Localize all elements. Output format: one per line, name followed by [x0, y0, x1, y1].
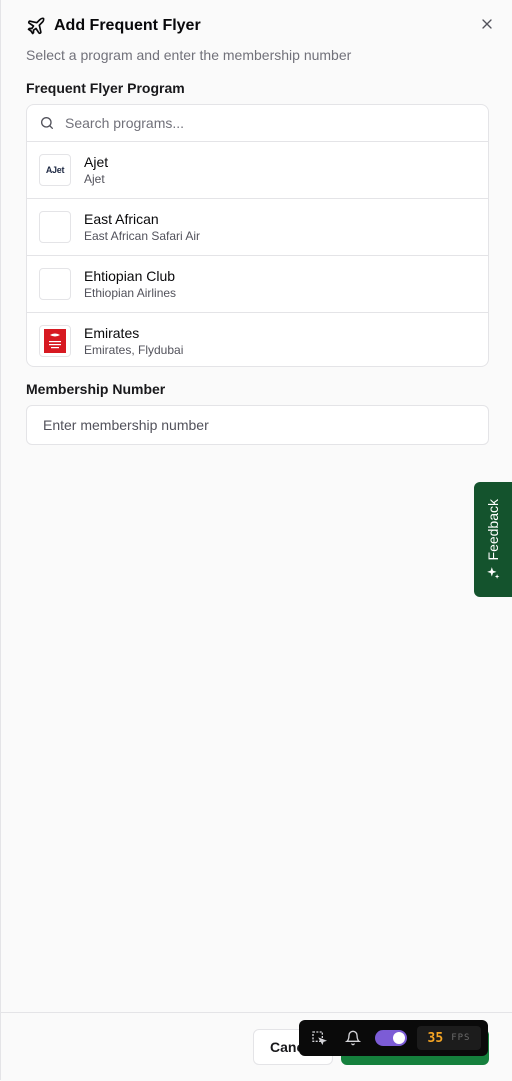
- dev-toggle-switch[interactable]: [375, 1030, 407, 1046]
- dev-toolbar: 35 FPS: [299, 1020, 488, 1056]
- program-airlines: Emirates, Flydubai: [84, 343, 184, 357]
- dialog-subtitle: Select a program and enter the membershi…: [26, 47, 352, 63]
- program-item-ethiopian-club[interactable]: Ehtiopian Club Ethiopian Airlines: [27, 256, 488, 313]
- fps-value: 35: [427, 1030, 444, 1046]
- close-icon[interactable]: [479, 16, 495, 32]
- fps-unit: FPS: [451, 1033, 471, 1043]
- feedback-tab[interactable]: Feedback: [474, 482, 512, 597]
- membership-field-wrap: [26, 405, 489, 445]
- membership-label: Membership Number: [26, 381, 166, 397]
- program-airlines: Ajet: [84, 172, 105, 186]
- program-name: Ehtiopian Club: [84, 268, 176, 284]
- program-item-ajet[interactable]: AJet Ajet Ajet: [27, 142, 488, 199]
- program-item-emirates[interactable]: Emirates Emirates, Flydubai: [27, 313, 488, 366]
- program-airlines: East African Safari Air: [84, 229, 201, 243]
- program-name: East African: [84, 211, 159, 227]
- search-input[interactable]: [63, 114, 488, 132]
- dialog-title: Add Frequent Flyer: [54, 17, 201, 34]
- search-icon: [39, 115, 55, 131]
- program-list-box: AJet Ajet Ajet East African East African…: [26, 104, 489, 367]
- program-item-east-african[interactable]: East African East African Safari Air: [27, 199, 488, 256]
- dialog-panel: Add Frequent Flyer Select a program and …: [0, 0, 512, 1080]
- program-airlines: Ethiopian Airlines: [84, 286, 177, 300]
- emirates-logo: [39, 325, 71, 357]
- emirates-logo-mark: [44, 329, 66, 353]
- program-name: Emirates: [84, 325, 140, 341]
- fps-counter: 35 FPS: [417, 1026, 481, 1050]
- select-element-icon[interactable]: [311, 1030, 327, 1046]
- dialog-header: Add Frequent Flyer: [26, 16, 201, 36]
- program-label: Frequent Flyer Program: [26, 80, 185, 96]
- program-name: Ajet: [84, 154, 109, 170]
- blank-logo: [39, 268, 71, 300]
- program-search: [27, 105, 488, 142]
- bell-icon[interactable]: [345, 1030, 361, 1046]
- membership-number-input[interactable]: [27, 406, 488, 444]
- sparkle-icon: [486, 566, 500, 580]
- ajet-logo: AJet: [39, 154, 71, 186]
- blank-logo: [39, 211, 71, 243]
- plane-icon: [26, 16, 46, 36]
- ajet-logo-text: AJet: [45, 165, 65, 175]
- feedback-label: Feedback: [485, 498, 501, 561]
